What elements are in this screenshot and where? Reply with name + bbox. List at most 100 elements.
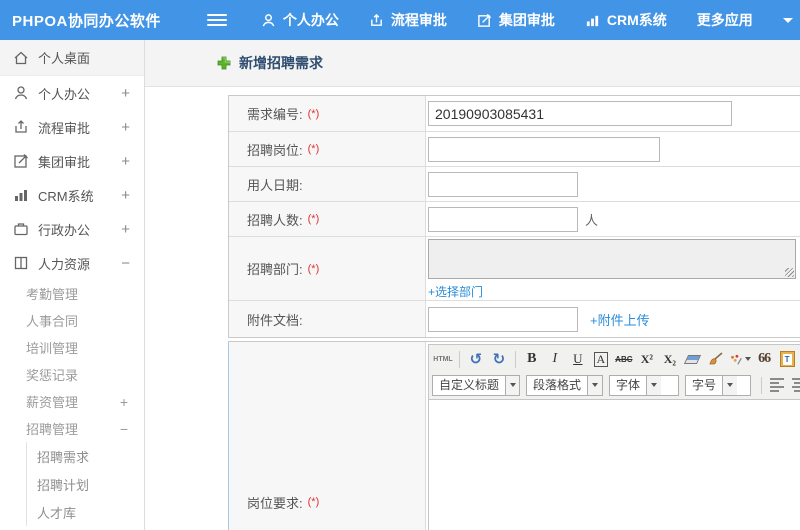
align-left-button[interactable] — [767, 374, 788, 396]
sidebar-item-training-management[interactable]: 培训管理 — [0, 334, 144, 361]
sidebar-item-crm-system[interactable]: CRM系统 + — [0, 178, 144, 212]
paste-as-text-button[interactable]: T — [776, 348, 798, 370]
toolbar-separator — [761, 376, 763, 394]
user-icon — [12, 85, 29, 102]
caret-down-icon[interactable] — [782, 17, 793, 23]
redo-button[interactable]: ↻ — [488, 348, 510, 370]
user-icon — [261, 13, 276, 28]
workflow-icon — [369, 13, 384, 28]
page-title-bar: 新增招聘需求 — [145, 40, 800, 87]
italic-button[interactable]: I — [544, 348, 566, 370]
attachment-input[interactable] — [428, 306, 578, 332]
expand-icon[interactable]: + — [121, 187, 130, 204]
topnav-crm-system[interactable]: CRM系统 — [585, 10, 667, 30]
eraser-icon — [684, 354, 702, 364]
topnav-group-approval[interactable]: 集团审批 — [477, 10, 555, 30]
brush-icon — [709, 352, 723, 365]
sidebar-item-salary-management[interactable]: 薪资管理 + — [0, 388, 144, 415]
topnav-personal-office[interactable]: 个人办公 — [261, 10, 339, 30]
strikethrough-button[interactable]: ABC — [613, 348, 635, 370]
caret-down-icon — [745, 357, 752, 361]
expand-icon[interactable]: + — [121, 85, 130, 102]
html-source-button[interactable]: HTML — [432, 348, 454, 370]
sidebar-item-personal-desktop[interactable]: 个人桌面 — [0, 40, 144, 76]
underline-button[interactable]: U — [567, 348, 589, 370]
paragraph-format-dropdown[interactable]: 段落格式 — [526, 374, 604, 396]
editor-toolbar-row-1: HTML ↺ ↻ B I U A ABC X² X₂ 66 T — [432, 346, 800, 372]
app-brand: PHPOA协同办公软件 — [12, 12, 161, 30]
sidebar-item-recruitment-management[interactable]: 招聘管理 − — [0, 415, 144, 442]
form-row-recruit-department: 招聘部门: (*) +选择部门 — [229, 237, 800, 301]
sidebar-item-recruitment-plan[interactable]: 招聘计划 — [27, 470, 144, 498]
sidebar-item-group-approval[interactable]: 集团审批 + — [0, 144, 144, 178]
home-icon — [12, 49, 29, 66]
topnav-more-apps[interactable]: 更多应用 — [697, 10, 753, 30]
recruit-position-input[interactable] — [428, 136, 660, 162]
request-number-input[interactable] — [428, 101, 732, 126]
workflow-icon — [12, 119, 29, 136]
sidebar-item-recruitment-request[interactable]: 招聘需求 — [27, 442, 144, 470]
collapse-icon[interactable]: − — [121, 255, 130, 272]
caret-down-icon — [505, 375, 519, 395]
custom-heading-dropdown[interactable]: 自定义标题 — [432, 374, 520, 396]
sidebar-item-personnel-contract[interactable]: 人事合同 — [0, 307, 144, 334]
color-pen-button[interactable] — [728, 348, 752, 370]
toolbar-separator — [514, 350, 516, 368]
align-center-button[interactable] — [789, 374, 800, 396]
caret-down-icon — [587, 375, 603, 395]
book-icon — [12, 255, 29, 272]
required-mark: (*) — [307, 496, 320, 508]
sidebar-item-reward-punishment[interactable]: 奖惩记录 — [0, 361, 144, 388]
sidebar-item-workflow-approval[interactable]: 流程审批 + — [0, 110, 144, 144]
format-brush-button[interactable] — [705, 348, 727, 370]
bold-button[interactable]: B — [521, 348, 543, 370]
hire-date-input[interactable] — [428, 171, 578, 197]
attachment-upload-link[interactable]: +附件上传 — [590, 310, 650, 329]
unit-suffix: 人 — [585, 212, 599, 228]
caret-down-icon — [722, 375, 738, 395]
expand-icon[interactable]: + — [121, 153, 130, 170]
form-row-recruit-count: 招聘人数: (*) 人 — [229, 202, 800, 237]
remove-format-button[interactable] — [682, 348, 704, 370]
form-row-request-number: 需求编号: (*) — [229, 96, 800, 132]
form-row-recruit-position: 招聘岗位: (*) — [229, 132, 800, 167]
form-row-attachment: 附件文档: +附件上传 — [229, 301, 800, 337]
required-mark: (*) — [307, 143, 320, 155]
resize-grip-icon[interactable] — [785, 268, 794, 277]
bar-chart-icon — [12, 187, 29, 204]
add-icon — [217, 56, 231, 70]
superscript-button[interactable]: X² — [636, 348, 658, 370]
select-department-link[interactable]: +选择部门 — [428, 283, 483, 300]
form-row-position-requirements: 岗位要求: (*) HTML ↺ ↻ B I U A ABC X² X₂ 66 … — [228, 341, 800, 530]
recruit-count-input[interactable] — [428, 206, 578, 232]
font-family-dropdown[interactable]: 字体 — [609, 374, 680, 396]
rich-text-editor: HTML ↺ ↻ B I U A ABC X² X₂ 66 T 自定义标题 段落… — [428, 344, 800, 530]
hamburger-menu-icon[interactable] — [206, 11, 227, 29]
sidebar-item-admin-office[interactable]: 行政办公 + — [0, 212, 144, 246]
sidebar-item-human-resources[interactable]: 人力资源 − — [0, 246, 144, 280]
clipboard-icon: T — [779, 351, 795, 367]
top-header-bar: PHPOA协同办公软件 个人办公 流程审批 集团审批 CRM系统 更多应用 — [0, 0, 800, 40]
required-mark: (*) — [307, 107, 320, 120]
expand-icon[interactable]: + — [121, 119, 130, 136]
expand-icon[interactable]: + — [121, 221, 130, 238]
blockquote-button[interactable]: 66 — [753, 348, 775, 370]
collapse-icon[interactable]: − — [120, 421, 128, 437]
form-row-hire-date: 用人日期: — [229, 167, 800, 202]
department-textarea[interactable] — [428, 239, 796, 279]
editor-toolbar-row-2: 自定义标题 段落格式 字体 字号 — [432, 372, 800, 398]
sidebar-item-attendance-management[interactable]: 考勤管理 — [0, 280, 144, 307]
subscript-button[interactable]: X₂ — [659, 348, 681, 370]
sidebar-item-personal-office[interactable]: 个人办公 + — [0, 76, 144, 110]
page-title: 新增招聘需求 — [239, 55, 323, 71]
font-style-button[interactable]: A — [590, 348, 612, 370]
font-size-dropdown[interactable]: 字号 — [685, 374, 752, 396]
briefcase-icon — [12, 221, 29, 238]
undo-button[interactable]: ↺ — [465, 348, 487, 370]
editor-content-area[interactable] — [429, 399, 800, 530]
toolbar-separator — [459, 350, 460, 368]
expand-icon[interactable]: + — [120, 394, 128, 410]
topnav-workflow-approval[interactable]: 流程审批 — [369, 10, 447, 30]
sidebar-item-talent-pool[interactable]: 人才库 — [27, 498, 144, 526]
edit-icon — [477, 13, 492, 28]
